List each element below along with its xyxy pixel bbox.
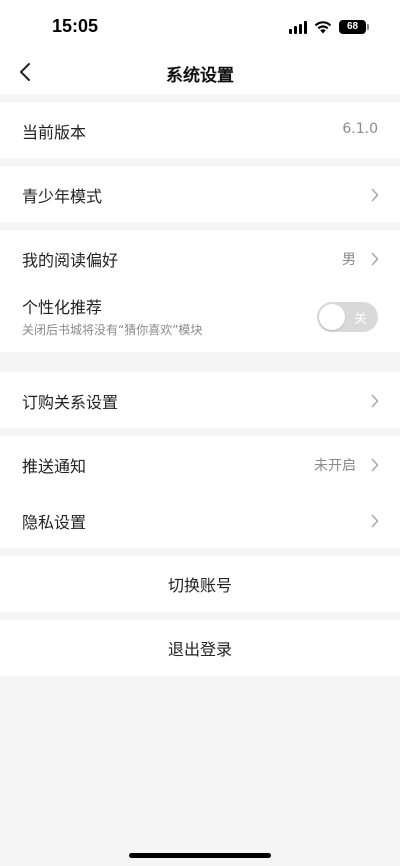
preference-section: 我的阅读偏好 男 个性化推荐 关闭后书城将没有“猜你喜欢”模块 关	[0, 230, 400, 352]
reading-pref-row[interactable]: 我的阅读偏好 男	[0, 230, 400, 286]
switch-account-label: 切换账号	[167, 576, 232, 595]
cellular-signal-icon	[289, 20, 307, 34]
chevron-right-icon	[371, 252, 379, 266]
version-section: 当前版本 6.1.0	[0, 102, 400, 158]
push-value: 未开启	[314, 458, 356, 474]
version-label: 当前版本	[22, 123, 87, 142]
chevron-right-icon	[371, 394, 379, 408]
push-row[interactable]: 推送通知 未开启	[0, 436, 400, 492]
battery-icon: 68	[339, 20, 369, 34]
chevron-right-icon	[371, 188, 379, 202]
version-value: 6.1.0	[342, 121, 378, 137]
chevron-right-icon	[371, 514, 379, 528]
reading-pref-label: 我的阅读偏好	[22, 251, 119, 270]
subscription-label: 订购关系设置	[22, 393, 119, 412]
settings-screen: 15:05 68 系统设置 当前版本 6.1.0 青少年模式 我的阅读偏好 男 …	[0, 0, 400, 866]
youth-section: 青少年模式	[0, 166, 400, 222]
chevron-right-icon	[371, 458, 379, 472]
switch-account-button[interactable]: 切换账号	[0, 556, 400, 612]
personalized-label: 个性化推荐	[22, 298, 103, 317]
logout-section: 退出登录	[0, 620, 400, 676]
reading-pref-value: 男	[342, 252, 356, 268]
push-label: 推送通知	[22, 457, 87, 476]
privacy-label: 隐私设置	[22, 513, 87, 532]
logout-label: 退出登录	[167, 640, 232, 659]
personalized-toggle[interactable]: 关	[317, 302, 378, 332]
status-bar: 15:05 68	[0, 0, 400, 50]
youth-mode-label: 青少年模式	[22, 187, 103, 206]
nav-bar: 系统设置	[0, 50, 400, 94]
version-row: 当前版本 6.1.0	[0, 102, 400, 158]
status-time: 15:05	[52, 16, 99, 36]
switch-account-section: 切换账号	[0, 556, 400, 612]
youth-mode-row[interactable]: 青少年模式	[0, 166, 400, 222]
home-indicator	[129, 853, 271, 858]
personalized-description: 关闭后书城将没有“猜你喜欢”模块	[22, 323, 203, 337]
personalized-row: 个性化推荐 关闭后书城将没有“猜你喜欢”模块 关	[0, 286, 400, 352]
notify-section: 推送通知 未开启 隐私设置	[0, 436, 400, 548]
toggle-knob	[319, 304, 345, 330]
status-indicators: 68	[289, 17, 369, 37]
toggle-state-text: 关	[353, 312, 367, 327]
subscription-row[interactable]: 订购关系设置	[0, 372, 400, 428]
privacy-row[interactable]: 隐私设置	[0, 492, 400, 548]
subscription-section: 订购关系设置	[0, 372, 400, 428]
page-title: 系统设置	[166, 66, 234, 86]
logout-button[interactable]: 退出登录	[0, 620, 400, 676]
wifi-icon	[314, 21, 332, 34]
